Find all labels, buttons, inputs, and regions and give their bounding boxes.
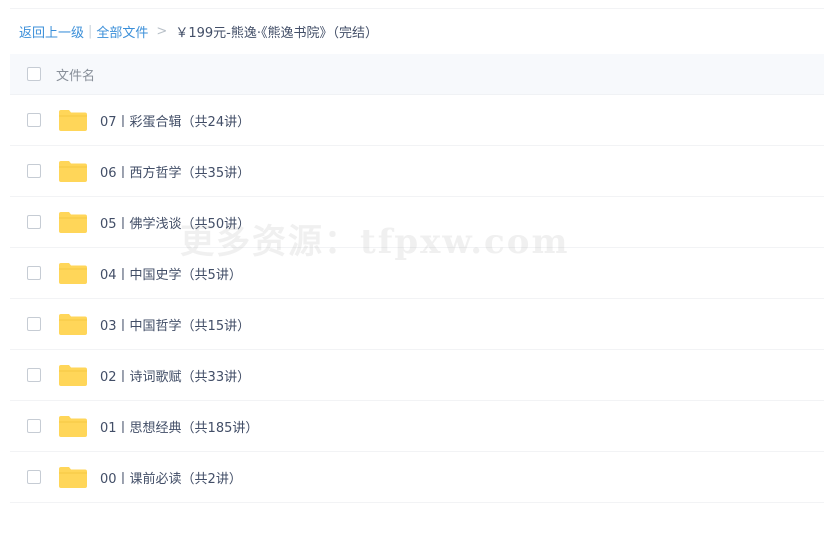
file-row[interactable]: 00丨课前必读（共2讲） [10,452,824,503]
select-all-checkbox[interactable] [27,67,41,81]
folder-icon [59,212,87,233]
file-row[interactable]: 01丨思想经典（共185讲） [10,401,824,452]
file-row[interactable]: 05丨佛学浅谈（共50讲） [10,197,824,248]
list-header: 文件名 [10,54,824,95]
back-link[interactable]: 返回上一级 [19,22,84,41]
file-name[interactable]: 01丨思想经典（共185讲） [100,417,258,436]
all-files-link[interactable]: 全部文件 [96,22,148,41]
breadcrumb-separator: > [156,23,168,39]
row-checkbox[interactable] [27,164,41,178]
row-checkbox[interactable] [27,215,41,229]
file-name[interactable]: 04丨中国史学（共5讲） [100,264,242,283]
breadcrumb: 返回上一级 | 全部文件 > ￥199元-熊逸·《熊逸书院》（完结） [19,21,378,41]
top-divider [10,8,824,9]
breadcrumb-divider: | [88,23,93,39]
current-folder-title: ￥199元-熊逸·《熊逸书院》（完结） [175,25,378,41]
folder-icon [59,467,87,488]
file-name[interactable]: 05丨佛学浅谈（共50讲） [100,213,250,232]
file-list: 07丨彩蛋合辑（共24讲） 06丨西方哲学（共35讲） 05丨佛学浅谈（共50讲… [10,95,824,503]
file-browser: 返回上一级 | 全部文件 > ￥199元-熊逸·《熊逸书院》（完结） 文件名 0… [0,0,824,553]
file-row[interactable]: 07丨彩蛋合辑（共24讲） [10,95,824,146]
file-row[interactable]: 03丨中国哲学（共15讲） [10,299,824,350]
folder-icon [59,110,87,131]
file-name[interactable]: 00丨课前必读（共2讲） [100,468,242,487]
file-row[interactable]: 02丨诗词歌赋（共33讲） [10,350,824,401]
row-checkbox[interactable] [27,470,41,484]
folder-icon [59,416,87,437]
file-row[interactable]: 04丨中国史学（共5讲） [10,248,824,299]
folder-icon [59,314,87,335]
row-checkbox[interactable] [27,317,41,331]
file-name[interactable]: 07丨彩蛋合辑（共24讲） [100,111,250,130]
folder-icon [59,365,87,386]
file-name[interactable]: 06丨西方哲学（共35讲） [100,162,250,181]
folder-icon [59,263,87,284]
row-checkbox[interactable] [27,419,41,433]
folder-icon [59,161,87,182]
file-row[interactable]: 06丨西方哲学（共35讲） [10,146,824,197]
file-name[interactable]: 03丨中国哲学（共15讲） [100,315,250,334]
row-checkbox[interactable] [27,266,41,280]
row-checkbox[interactable] [27,368,41,382]
file-name[interactable]: 02丨诗词歌赋（共33讲） [100,366,250,385]
filename-column-header[interactable]: 文件名 [56,65,95,84]
row-checkbox[interactable] [27,113,41,127]
